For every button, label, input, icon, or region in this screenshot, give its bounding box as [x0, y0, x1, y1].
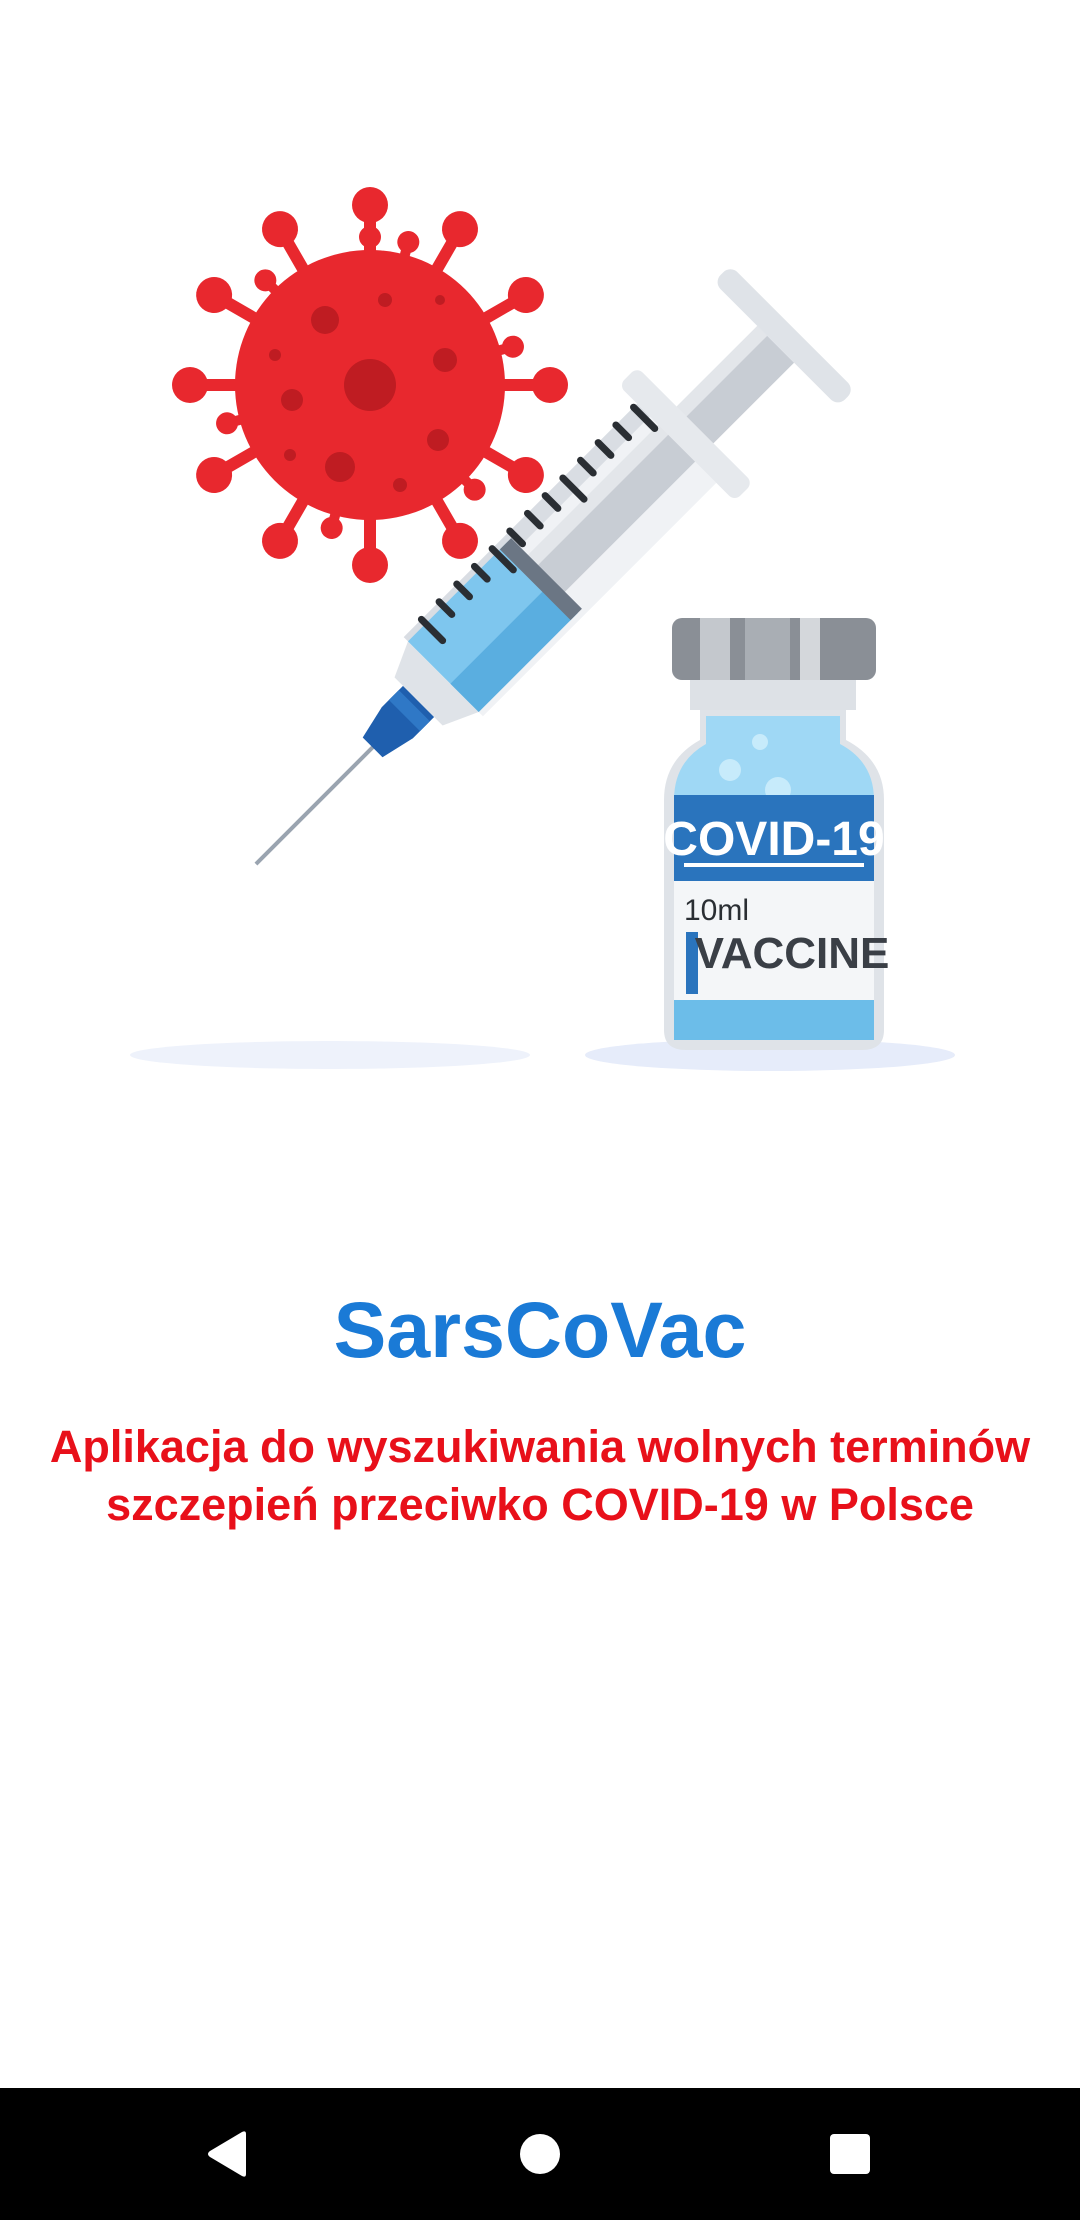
splash-screen: COVID-19 10ml VACCINE SarsCoVac Aplikacj…	[0, 0, 1080, 2220]
nav-recents-button[interactable]	[810, 2114, 890, 2194]
vial-label-type: VACCINE	[695, 929, 890, 978]
app-tagline: Aplikacja do wyszukiwania wolnych termin…	[20, 1418, 1060, 1534]
back-icon	[208, 2131, 246, 2177]
app-title: SarsCoVac	[333, 1285, 747, 1374]
tagline-line-1: Aplikacja do wyszukiwania wolnych termin…	[49, 1421, 1031, 1472]
tagline-line-2: szczepień przeciwko COVID-19 w Polsce	[106, 1479, 974, 1530]
syringe-shadow	[130, 1041, 530, 1069]
vial-label-main: COVID-19	[663, 813, 884, 866]
nav-back-button[interactable]	[188, 2114, 268, 2194]
home-icon	[520, 2134, 560, 2174]
recents-icon	[830, 2134, 870, 2174]
virus-icon	[172, 187, 568, 583]
system-navigation-bar	[0, 2088, 1080, 2220]
vaccine-illustration: COVID-19 10ml VACCINE	[130, 187, 955, 1071]
nav-home-button[interactable]	[500, 2114, 580, 2194]
vial-volume: 10ml	[684, 894, 749, 927]
